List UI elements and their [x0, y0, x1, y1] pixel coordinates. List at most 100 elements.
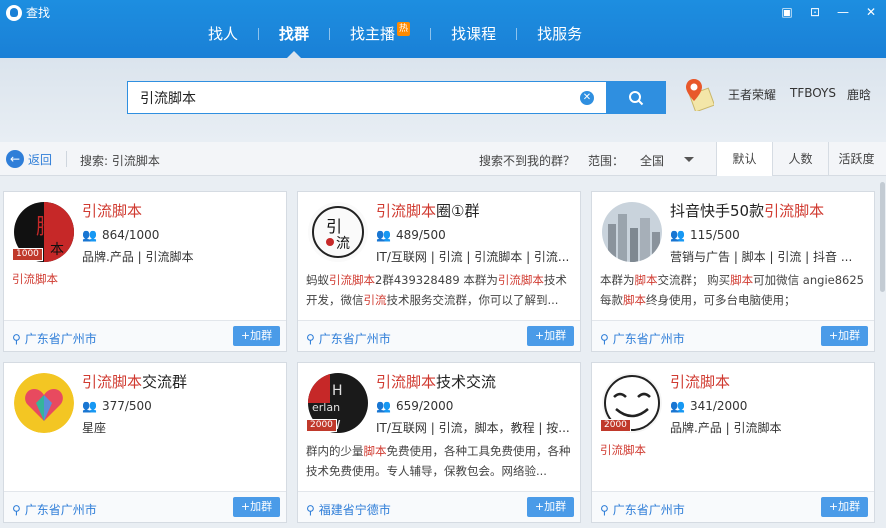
hot-keyword[interactable]: 王者荣耀: [728, 86, 776, 103]
member-count: 👥 377/500: [82, 399, 152, 413]
group-location[interactable]: ⚲ 福建省宁德市: [306, 501, 391, 518]
group-avatar: [14, 373, 74, 433]
group-name[interactable]: 引流脚本交流群: [82, 371, 187, 392]
feedback-icon[interactable]: ▣: [776, 3, 798, 21]
group-location[interactable]: ⚲ 广东省广州市: [306, 330, 391, 347]
level-badge: 1000: [12, 248, 43, 261]
divider: [66, 151, 67, 167]
group-tags: 品牌.产品 | 引流脚本: [670, 421, 782, 435]
tab-find-people[interactable]: 找人: [192, 20, 254, 48]
hot-keyword[interactable]: TFBOYS: [790, 86, 836, 100]
search-area: ✕ 王者荣耀 TFBOYS 鹿晗: [0, 58, 886, 142]
join-group-button[interactable]: +加群: [527, 326, 574, 346]
group-name[interactable]: 引流脚本圈①群: [376, 200, 479, 221]
hot-badge: 热: [397, 22, 411, 36]
hot-keyword[interactable]: 鹿晗: [847, 86, 871, 103]
join-group-button[interactable]: +加群: [233, 497, 280, 517]
back-arrow-icon: ←: [6, 150, 24, 168]
level-badge: 2000: [306, 419, 337, 432]
search-icon: [629, 91, 644, 106]
close-button[interactable]: ✕: [860, 3, 882, 21]
group-desc: 引流脚本: [600, 443, 646, 457]
lock-icon[interactable]: ⊡: [804, 3, 826, 21]
tab-separator: [516, 28, 518, 40]
member-count: 👥 864/1000: [82, 228, 160, 242]
scrollbar[interactable]: [879, 178, 886, 528]
location-pin-icon: ⚲: [306, 502, 315, 517]
join-group-button[interactable]: +加群: [527, 497, 574, 517]
sort-tabs: 默认 人数 活跃度: [716, 142, 884, 176]
search-breadcrumb: 搜索: 引流脚本: [80, 154, 160, 168]
card-footer: ⚲ 广东省广州市 +加群: [4, 491, 286, 522]
group-tags: 营销与广告 | 脚本 | 引流 | 抖音 ...: [670, 250, 853, 264]
group-location[interactable]: ⚲ 广东省广州市: [12, 330, 97, 347]
location-pin-icon: ⚲: [12, 331, 21, 346]
qq-logo-icon: [6, 4, 22, 21]
range-select[interactable]: 全国: [640, 152, 694, 169]
cannot-find-link[interactable]: 搜索不到我的群？: [479, 152, 575, 169]
title-bar: 查找 ▣ ⊡ — ✕ 找人 找群 找主播热 找课程 找服务: [0, 0, 886, 58]
main-tabs: 找人 找群 找主播热 找课程 找服务: [192, 20, 598, 58]
minimize-button[interactable]: —: [832, 3, 854, 21]
app-title: 查找: [6, 4, 50, 21]
tab-find-service[interactable]: 找服务: [521, 20, 598, 48]
members-icon: 👥: [376, 228, 391, 242]
tab-separator: [258, 28, 260, 40]
sort-activity[interactable]: 活跃度: [828, 142, 884, 176]
group-location[interactable]: ⚲ 广东省广州市: [600, 501, 685, 518]
group-tags: 星座: [82, 421, 107, 435]
tab-find-course[interactable]: 找课程: [435, 20, 512, 48]
group-name[interactable]: 引流脚本: [670, 371, 730, 392]
location-pin-icon: ⚲: [12, 502, 21, 517]
group-desc: 引流脚本: [12, 272, 58, 286]
group-card[interactable]: 2000 引流脚本 👥 341/2000 品牌.产品 | 引流脚本 引流脚本 ⚲ 广…: [591, 362, 875, 523]
group-card[interactable]: 脚 本 1000 引流脚本 👥 864/1000 品牌.产品 | 引流脚本 引流脚…: [3, 191, 287, 352]
search-button[interactable]: [606, 81, 666, 114]
member-count: 👥 489/500: [376, 228, 446, 242]
group-name[interactable]: 抖音快手50款引流脚本: [670, 200, 824, 221]
search-input[interactable]: [128, 82, 568, 113]
clear-icon[interactable]: ✕: [580, 91, 594, 105]
svg-text:erlan: erlan: [312, 401, 340, 414]
card-footer: ⚲ 广东省广州市 +加群: [298, 320, 580, 351]
tab-label: 找主播: [350, 25, 396, 43]
window-title: 查找: [26, 6, 51, 20]
level-badge: 2000: [600, 419, 631, 432]
search-box: ✕: [127, 81, 607, 114]
back-button[interactable]: ← 返回: [6, 150, 52, 168]
svg-text:本: 本: [50, 242, 64, 258]
group-card[interactable]: H erlan aw 2000 引流脚本技术交流 👥659/2000 IT/互联…: [297, 362, 581, 523]
group-avatar: 引 流: [308, 202, 368, 262]
tab-label: 找人: [208, 25, 239, 43]
card-footer: ⚲ 广东省广州市 +加群: [4, 320, 286, 351]
scrollbar-thumb[interactable]: [880, 182, 885, 292]
group-name[interactable]: 引流脚本技术交流: [376, 371, 496, 392]
join-group-button[interactable]: +加群: [821, 497, 868, 517]
group-card[interactable]: 引流脚本交流群 👥 377/500 星座 ⚲ 广东省广州市 +加群: [3, 362, 287, 523]
svg-text:流: 流: [336, 236, 350, 252]
range-value: 全国: [640, 154, 665, 168]
group-card[interactable]: 抖音快手50款引流脚本 👥 115/500 营销与广告 | 脚本 | 引流 | 抖…: [591, 191, 875, 352]
location-pin-icon: ⚲: [600, 331, 609, 346]
join-group-button[interactable]: +加群: [821, 326, 868, 346]
tab-find-streamer[interactable]: 找主播热: [334, 20, 426, 48]
tab-separator: [430, 28, 432, 40]
tab-find-group[interactable]: 找群: [263, 20, 325, 58]
group-desc: 本群为脚本交流群； 购买脚本可加微信 angie8625 每款脚本终身使用，可多…: [600, 273, 864, 307]
tab-separator: [329, 28, 331, 40]
card-footer: ⚲ 广东省广州市 +加群: [592, 491, 874, 522]
range-label: 范围：: [588, 154, 625, 168]
member-count: 👥 341/2000: [670, 399, 748, 413]
group-location[interactable]: ⚲ 广东省广州市: [12, 501, 97, 518]
group-location[interactable]: ⚲ 广东省广州市: [600, 330, 685, 347]
group-name[interactable]: 引流脚本: [82, 200, 142, 221]
sort-members[interactable]: 人数: [772, 142, 828, 176]
group-card[interactable]: 引 流 引流脚本圈①群 👥 489/500 IT/互联网 | 引流 | 引流脚本 …: [297, 191, 581, 352]
members-icon: 👥: [82, 228, 97, 242]
svg-text:引: 引: [326, 217, 342, 236]
sort-default[interactable]: 默认: [716, 142, 772, 176]
map-location-icon[interactable]: [684, 77, 714, 111]
join-group-button[interactable]: +加群: [233, 326, 280, 346]
group-desc: 群内的少量脚本免费使用，各种工具免费使用，各种技术免费使用。专人辅导，保教包会。…: [306, 444, 571, 478]
members-icon: 👥: [670, 228, 685, 242]
